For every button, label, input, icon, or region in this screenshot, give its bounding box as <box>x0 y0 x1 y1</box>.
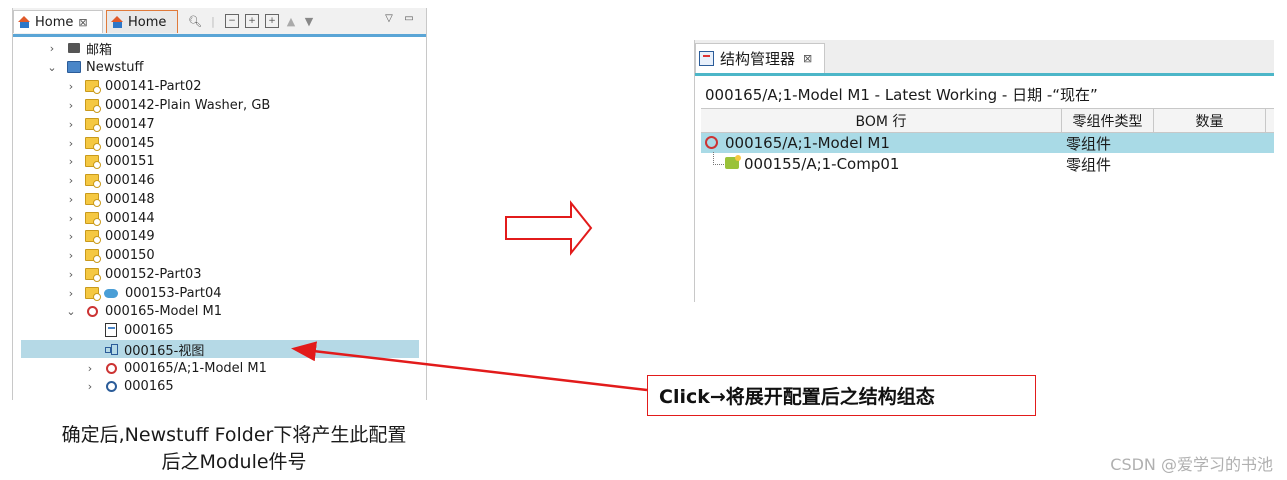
bom-item-type: 零组件 <box>1066 155 1112 174</box>
tab-label: 结构管理器 <box>720 50 796 68</box>
part-icon <box>725 155 741 169</box>
structure-manager-icon <box>699 51 714 66</box>
watermark: CSDN @爱学习的书池 <box>1110 455 1273 474</box>
bom-row-selected[interactable]: 000165/A;1-Model M1 零组件 <box>701 133 1274 153</box>
bom-line-name: 000155/A;1-Comp01 <box>744 155 900 173</box>
column-header-bom-line[interactable]: BOM 行 <box>701 109 1062 132</box>
callout-text: Click→将展开配置后之结构组态 <box>659 386 935 408</box>
callout-box: Click→将展开配置后之结构组态 <box>647 375 1036 416</box>
structure-manager-tabbar: 结构管理器 ⊠ <box>695 40 1274 76</box>
tab-structure-manager[interactable]: 结构管理器 ⊠ <box>695 43 825 73</box>
bom-table-header: BOM 行 零组件类型 数量 <box>701 108 1274 133</box>
bom-context-line: 000165/A;1-Model M1 - Latest Working - 日… <box>705 86 1098 104</box>
close-icon[interactable]: ⊠ <box>803 52 812 65</box>
structure-manager-panel: 结构管理器 ⊠ 000165/A;1-Model M1 - Latest Wor… <box>694 40 1274 302</box>
bom-line-name: 000165/A;1-Model M1 <box>725 134 890 152</box>
assembly-icon <box>705 136 718 149</box>
column-header-item-type[interactable]: 零组件类型 <box>1062 109 1154 132</box>
bom-item-type: 零组件 <box>1066 134 1112 153</box>
bom-row[interactable]: 000155/A;1-Comp01 零组件 <box>701 154 1274 174</box>
column-header-quantity[interactable]: 数量 <box>1154 109 1266 132</box>
